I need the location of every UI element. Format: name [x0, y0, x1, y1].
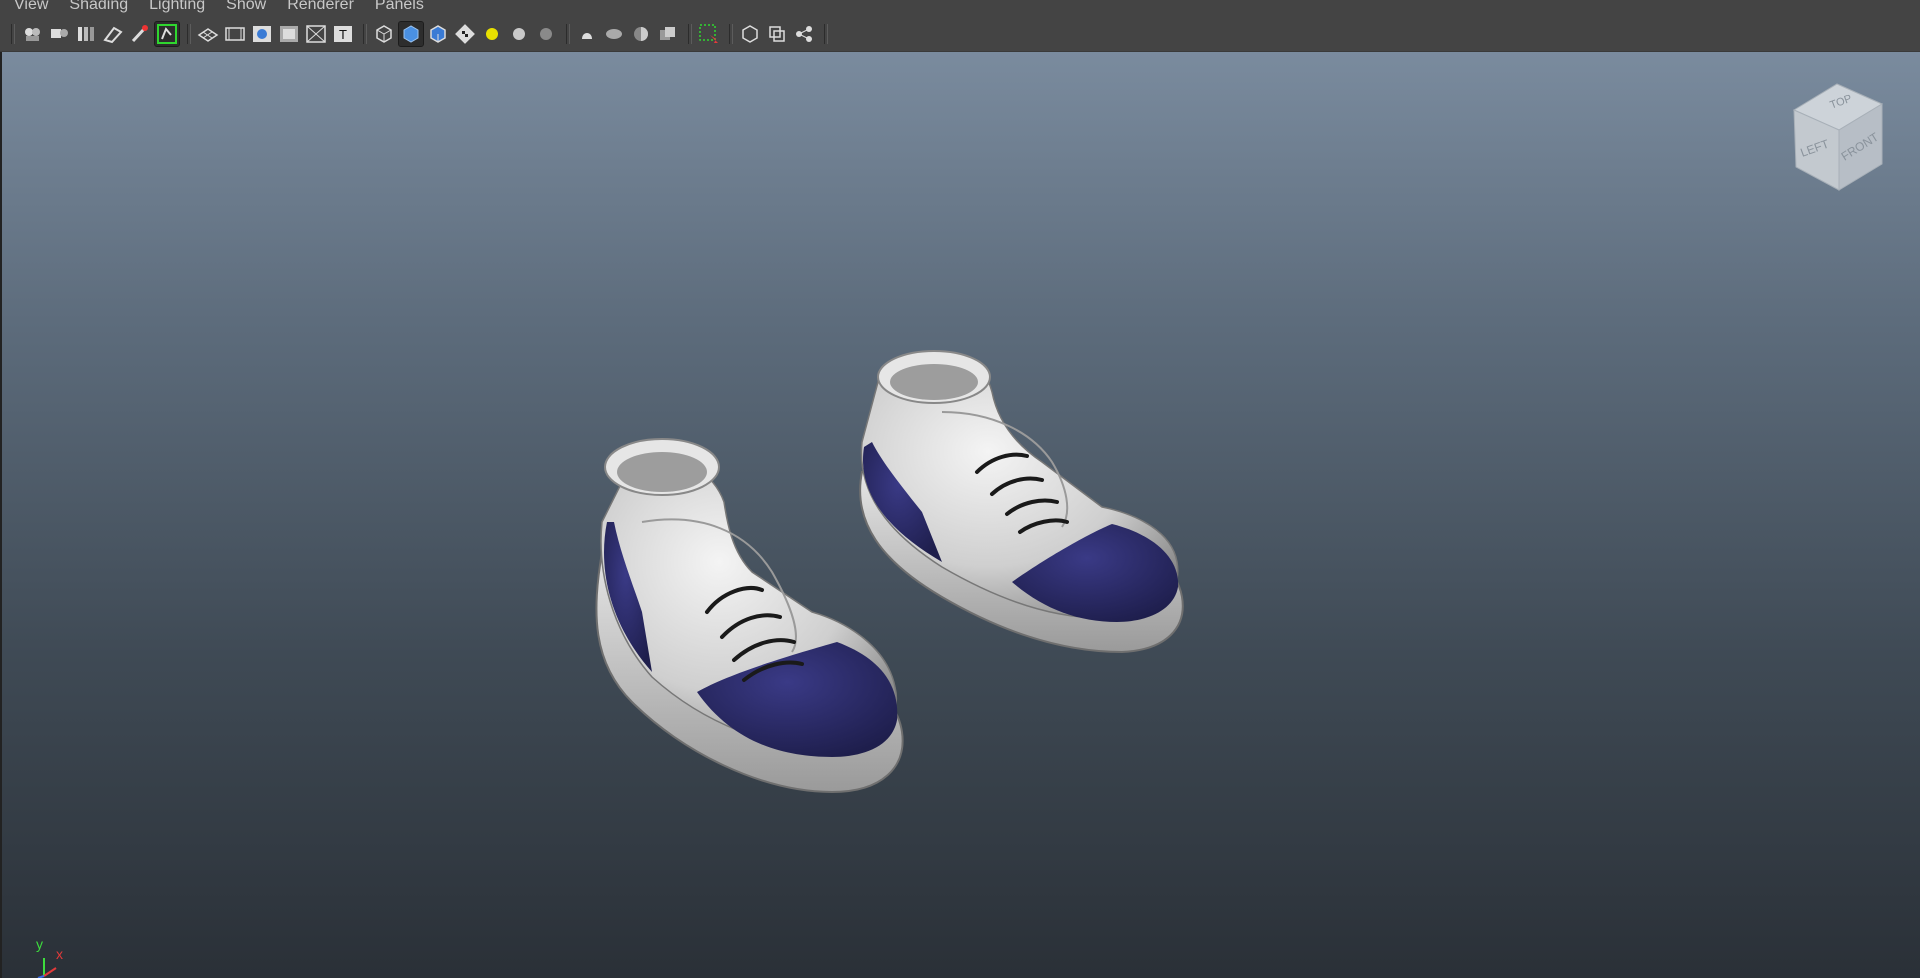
- shadows-icon[interactable]: [507, 22, 531, 46]
- menu-shading[interactable]: Shading: [69, 0, 128, 13]
- ambient-occlusion-icon[interactable]: [656, 22, 680, 46]
- toolbar-separator: [729, 23, 733, 44]
- 3d-viewport[interactable]: TOP LEFT FRONT y x: [0, 52, 1920, 978]
- safe-action-icon[interactable]: [304, 22, 328, 46]
- menu-show[interactable]: Show: [226, 0, 266, 13]
- right-shoe[interactable]: [859, 350, 1184, 654]
- view-cube[interactable]: TOP LEFT FRONT: [1782, 72, 1902, 197]
- camera-bookmarks-icon[interactable]: [47, 22, 71, 46]
- toolbar-separator: [824, 23, 828, 44]
- image-plane-icon[interactable]: [74, 22, 98, 46]
- menu-bar: View Shading Lighting Show Renderer Panels: [0, 0, 1920, 16]
- scene-shoes[interactable]: [2, 52, 1920, 978]
- toolbar-separator: [688, 23, 692, 44]
- field-chart-icon[interactable]: [277, 22, 301, 46]
- textured-icon[interactable]: [453, 22, 477, 46]
- 2d-pan-zoom-icon[interactable]: [101, 22, 125, 46]
- menu-panels[interactable]: Panels: [375, 0, 424, 13]
- motion-blur-icon[interactable]: [575, 22, 599, 46]
- xray-joints-icon[interactable]: [765, 22, 789, 46]
- isolate-select-icon[interactable]: [697, 22, 721, 46]
- toolbar-separator: [566, 23, 570, 44]
- menu-renderer[interactable]: Renderer: [287, 0, 354, 13]
- grease-pencil-icon[interactable]: [128, 22, 152, 46]
- smooth-shade-icon[interactable]: [398, 20, 424, 47]
- use-all-lights-icon[interactable]: [480, 22, 504, 46]
- wireframe-icon[interactable]: [372, 22, 396, 46]
- axis-y-label: y: [36, 936, 43, 952]
- menu-view[interactable]: View: [14, 0, 48, 13]
- screen-space-ao-icon[interactable]: [534, 22, 558, 46]
- multisample-aa-icon[interactable]: [602, 22, 626, 46]
- axis-x-label: x: [56, 946, 63, 962]
- axis-indicator: y x: [34, 936, 74, 978]
- camera-attributes-icon[interactable]: [20, 22, 44, 46]
- xray-components-icon[interactable]: [792, 22, 816, 46]
- svg-text:T: T: [339, 27, 347, 42]
- panel-toolbar: T: [0, 16, 1920, 52]
- grid-icon[interactable]: [196, 22, 220, 46]
- left-shoe[interactable]: [595, 438, 904, 794]
- gate-mask-icon[interactable]: [250, 22, 274, 46]
- film-gate-icon[interactable]: [154, 20, 180, 47]
- resolution-gate-icon[interactable]: [223, 22, 247, 46]
- depth-of-field-icon[interactable]: [629, 22, 653, 46]
- xray-icon[interactable]: [738, 22, 762, 46]
- safe-title-icon[interactable]: T: [331, 22, 355, 46]
- toolbar-separator: [11, 23, 15, 44]
- wireframe-on-shaded-icon[interactable]: [426, 22, 450, 46]
- toolbar-separator: [187, 23, 191, 44]
- menu-lighting[interactable]: Lighting: [149, 0, 205, 13]
- toolbar-separator: [363, 23, 367, 44]
